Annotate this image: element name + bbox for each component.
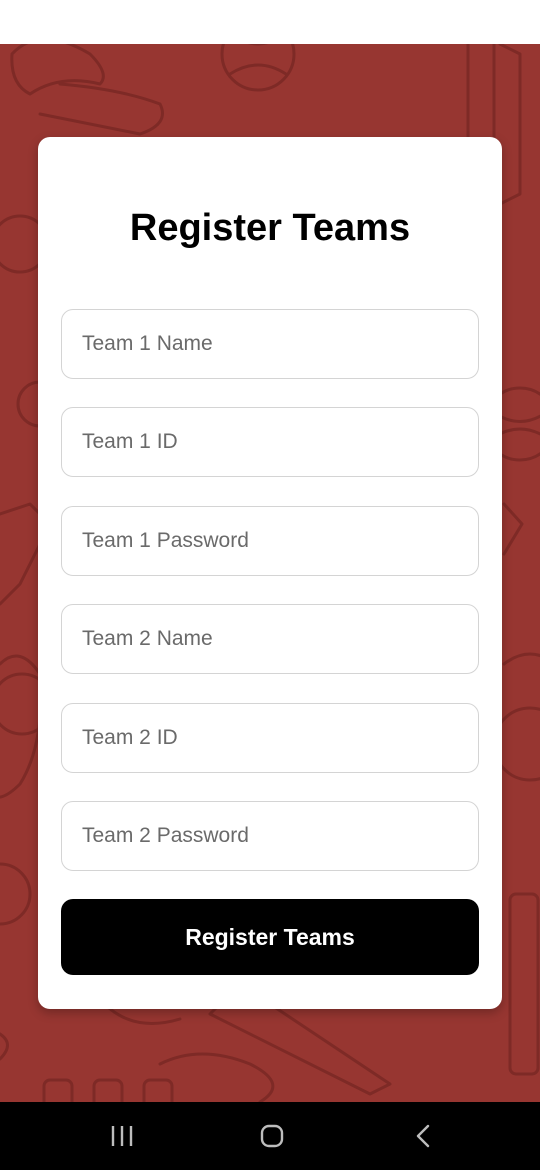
- status-bar: [0, 0, 540, 44]
- back-button[interactable]: [402, 1116, 446, 1156]
- team-1-password-input[interactable]: [61, 506, 479, 576]
- team-2-id-input[interactable]: [61, 703, 479, 773]
- team-2-password-input[interactable]: [61, 801, 479, 871]
- page-title: Register Teams: [129, 207, 411, 249]
- back-icon: [416, 1124, 430, 1148]
- recent-apps-icon: [111, 1126, 133, 1146]
- home-button[interactable]: [250, 1116, 294, 1156]
- team-2-name-input[interactable]: [61, 604, 479, 674]
- home-icon: [260, 1124, 284, 1148]
- recent-apps-button[interactable]: [100, 1116, 144, 1156]
- team-1-name-input[interactable]: [61, 309, 479, 379]
- team-1-id-input[interactable]: [61, 407, 479, 477]
- register-teams-button[interactable]: Register Teams: [61, 899, 479, 975]
- system-navigation-bar: [0, 1102, 540, 1170]
